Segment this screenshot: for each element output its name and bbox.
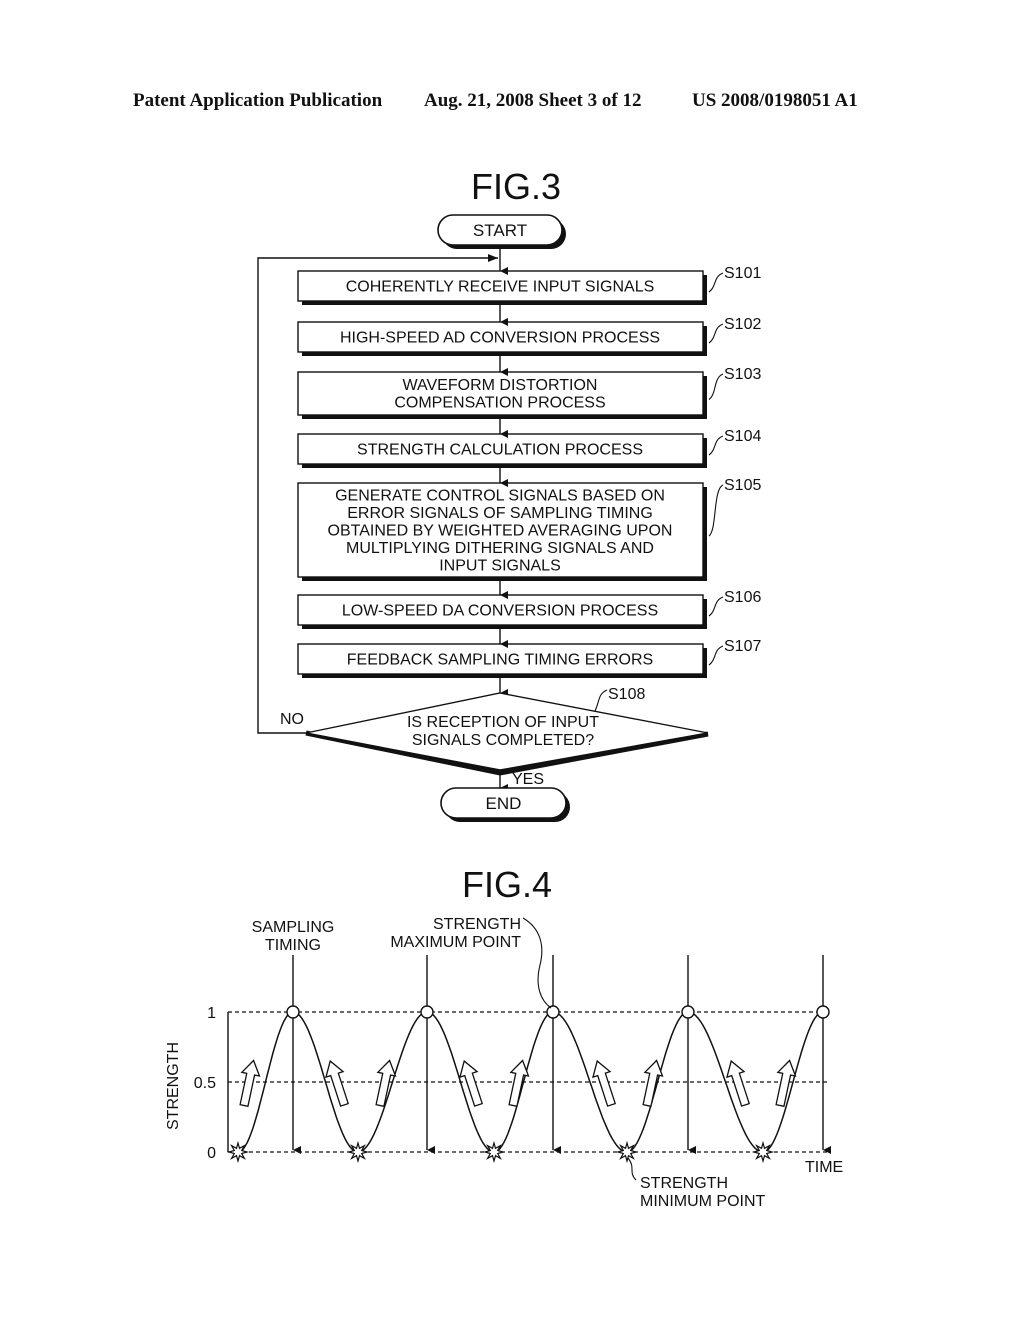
maximum-point-leader bbox=[522, 917, 552, 1009]
minimum-point-label: MINIMUM POINT bbox=[640, 1193, 766, 1210]
no-label: NO bbox=[280, 711, 304, 728]
end-terminal-label: END bbox=[486, 794, 522, 813]
step-s106-text: LOW-SPEED DA CONVERSION PROCESS bbox=[342, 602, 658, 619]
yes-label: YES bbox=[512, 771, 544, 788]
sampling-timing-label: TIMING bbox=[265, 937, 321, 954]
strength-minimum-marker bbox=[751, 1140, 775, 1164]
step-s103-leader bbox=[708, 373, 724, 400]
strength-maximum-marker bbox=[286, 1005, 300, 1019]
dither-direction-arrow bbox=[775, 1059, 797, 1108]
step-s105-text: ERROR SIGNALS OF SAMPLING TIMING bbox=[347, 505, 653, 522]
fig3-flowchart: START COHERENTLY RECEIVE INPUT SIGNALS S10… bbox=[257, 214, 761, 822]
step-s103-text: WAVEFORM DISTORTION bbox=[403, 377, 598, 394]
step-s106-leader bbox=[708, 596, 724, 617]
step-s101-text: COHERENTLY RECEIVE INPUT SIGNALS bbox=[346, 278, 655, 295]
strength-maximum-marker bbox=[546, 1005, 560, 1019]
strength-maximum-marker bbox=[816, 1005, 830, 1019]
step-s105-text: INPUT SIGNALS bbox=[439, 557, 561, 574]
strength-maximum-marker bbox=[681, 1005, 695, 1019]
step-s104-text: STRENGTH CALCULATION PROCESS bbox=[357, 441, 643, 458]
minimum-point-label: STRENGTH bbox=[640, 1175, 728, 1192]
dither-direction-arrow bbox=[375, 1059, 397, 1108]
dither-direction-arrow bbox=[726, 1059, 751, 1107]
strength-minimum-marker bbox=[346, 1140, 370, 1164]
step-s103-text: COMPENSATION PROCESS bbox=[394, 395, 605, 412]
fig4-chart: 10.50STRENGTHTIMESAMPLINGTIMINGSTRENGTHM… bbox=[165, 916, 843, 1210]
step-s105-text: OBTAINED BY WEIGHTED AVERAGING UPON bbox=[328, 522, 673, 539]
decision-text: SIGNALS COMPLETED? bbox=[412, 732, 594, 749]
figure-canvas: START COHERENTLY RECEIVE INPUT SIGNALS S10… bbox=[165, 214, 843, 1210]
step-s108-id: S108 bbox=[608, 686, 645, 703]
step-s102-id: S102 bbox=[724, 316, 761, 333]
strength-minimum-marker bbox=[615, 1140, 639, 1164]
y-tick-label: 1 bbox=[207, 1005, 216, 1022]
dither-direction-arrow bbox=[592, 1059, 617, 1107]
maximum-point-label: MAXIMUM POINT bbox=[390, 934, 521, 951]
step-s106-id: S106 bbox=[724, 589, 761, 606]
step-s107-id: S107 bbox=[724, 638, 761, 655]
start-terminal-label: START bbox=[473, 221, 527, 240]
step-s107-leader bbox=[708, 645, 724, 666]
step-s104-id: S104 bbox=[724, 428, 761, 445]
step-s108-leader bbox=[594, 689, 608, 712]
strength-minimum-marker bbox=[226, 1140, 250, 1164]
step-s102-text: HIGH-SPEED AD CONVERSION PROCESS bbox=[340, 329, 660, 346]
step-s101-leader bbox=[708, 272, 724, 293]
step-s105-text: MULTIPLYING DITHERING SIGNALS AND bbox=[346, 540, 654, 557]
strength-minimum-marker bbox=[482, 1140, 506, 1164]
step-s102-leader bbox=[708, 323, 724, 344]
step-s105-leader bbox=[708, 484, 724, 537]
step-s105-text: GENERATE CONTROL SIGNALS BASED ON bbox=[335, 487, 665, 504]
sampling-timing-label: SAMPLING bbox=[252, 919, 335, 936]
step-s107-text: FEEDBACK SAMPLING TIMING ERRORS bbox=[347, 651, 653, 668]
decision-text: IS RECEPTION OF INPUT bbox=[407, 714, 599, 731]
step-s101-id: S101 bbox=[724, 265, 761, 282]
minimum-point-leader bbox=[627, 1157, 637, 1181]
maximum-point-label: STRENGTH bbox=[433, 916, 521, 933]
step-s103-id: S103 bbox=[724, 366, 761, 383]
dither-direction-arrow bbox=[239, 1059, 261, 1108]
y-tick-label: 0.5 bbox=[194, 1075, 216, 1092]
step-s104-leader bbox=[708, 435, 724, 456]
strength-maximum-marker bbox=[420, 1005, 434, 1019]
y-tick-label: 0 bbox=[207, 1145, 216, 1162]
x-axis-label: TIME bbox=[805, 1159, 843, 1176]
step-s105-id: S105 bbox=[724, 477, 761, 494]
y-axis-label: STRENGTH bbox=[165, 1042, 182, 1130]
